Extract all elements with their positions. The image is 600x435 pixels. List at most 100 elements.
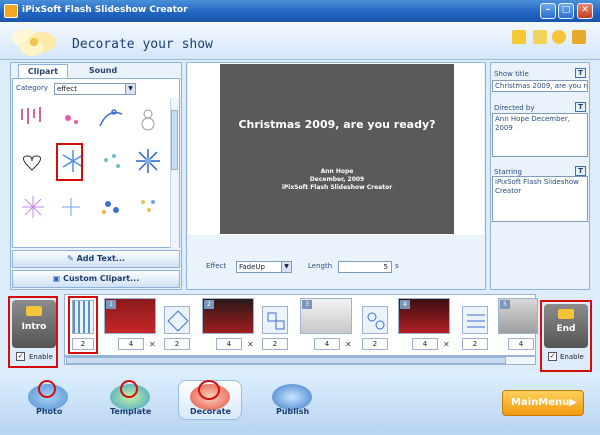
show-title-label: Show title [494, 70, 529, 78]
starring-label: Starring [494, 168, 522, 176]
nav-decorate[interactable]: Decorate [190, 407, 231, 416]
timeline-scrollbar-thumb[interactable] [66, 357, 506, 364]
folder-icon[interactable] [512, 30, 526, 44]
clipart-item[interactable] [18, 146, 48, 176]
export-icon[interactable] [533, 30, 547, 44]
clipart-icon: ▣ [52, 274, 64, 283]
clipart-item[interactable] [18, 104, 48, 134]
slide-duration[interactable]: 4 [118, 338, 144, 350]
settings-icon[interactable] [572, 30, 586, 44]
transition-highlight [68, 296, 98, 354]
page-header: Decorate your show [0, 22, 600, 60]
length-unit: s [395, 262, 399, 270]
remove-slide-icon[interactable]: ✕ [345, 340, 352, 349]
tab-sound[interactable]: Sound [78, 64, 128, 78]
preview-line-3: iPixSoft Flash Slideshow Creator [281, 184, 393, 191]
transition-thumb[interactable] [164, 306, 190, 334]
transition-thumb[interactable] [262, 306, 288, 334]
show-title-input[interactable]: Christmas 2009, are you ready? [492, 80, 588, 92]
custom-clipart-button[interactable]: ▣ Custom Clipart... [12, 270, 180, 288]
selected-clipart-highlight [56, 143, 83, 181]
text-format-icon[interactable]: T [575, 102, 586, 112]
slide-thumb[interactable]: 1 [104, 298, 156, 334]
clipart-item[interactable] [133, 192, 163, 222]
photo-highlight [38, 380, 56, 398]
preview-line-1: Ann Hope [320, 168, 354, 175]
custom-clipart-label: Custom Clipart... [63, 274, 140, 283]
intro-highlight [8, 296, 58, 368]
window-title: iPixSoft Flash Slideshow Creator [22, 5, 188, 15]
clipart-item[interactable] [18, 192, 48, 222]
clipart-item[interactable] [133, 104, 163, 134]
text-format-icon[interactable]: T [575, 68, 586, 78]
pen-icon: ✎ [67, 254, 77, 263]
slide-thumb[interactable]: 5 [498, 298, 538, 334]
arrow-right-icon: ▶ [569, 397, 577, 408]
nav-publish[interactable]: Publish [276, 407, 309, 416]
slide-index: 3 [302, 300, 312, 309]
directed-by-label: Directed by [494, 104, 535, 112]
length-input[interactable]: 5 [338, 261, 392, 273]
category-select[interactable]: effect ▼ [54, 83, 136, 95]
category-value: effect [57, 85, 78, 93]
preview-line-2: December, 2009 [309, 176, 365, 183]
add-text-label: Add Text... [76, 254, 125, 263]
slide-index: 1 [106, 300, 116, 309]
transition-thumb[interactable] [362, 306, 388, 334]
clipart-item[interactable] [96, 192, 126, 222]
main-menu-button[interactable]: MainMenu ▶ [502, 390, 584, 416]
slide-thumb[interactable]: 3 [300, 298, 352, 334]
starring-input[interactable]: iPixSoft Flash Slideshow Creator [492, 176, 588, 222]
transition-duration[interactable]: 2 [362, 338, 388, 350]
help-icon[interactable] [552, 30, 566, 44]
effect-label: Effect [206, 262, 227, 270]
decorate-highlight [198, 380, 220, 400]
remove-slide-icon[interactable]: ✕ [247, 340, 254, 349]
preview-headline: Christmas 2009, are you ready? [238, 118, 436, 131]
slide-duration[interactable]: 4 [412, 338, 438, 350]
directed-by-input[interactable]: Ann Hope December, 2009 [492, 113, 588, 157]
chevron-down-icon: ▼ [125, 84, 135, 94]
app-window: iPixSoft Flash Slideshow Creator – □ ✕ D… [0, 0, 600, 435]
scrollbar-thumb[interactable] [171, 110, 178, 170]
slide-index: 2 [204, 300, 214, 309]
main-menu-label: MainMenu [511, 397, 570, 408]
effect-select[interactable]: FadeUp ▼ [236, 261, 292, 273]
slide-thumb[interactable]: 4 [398, 298, 450, 334]
close-button[interactable]: ✕ [577, 3, 593, 19]
transition-duration[interactable]: 2 [262, 338, 288, 350]
effect-value: FadeUp [239, 263, 265, 271]
slide-duration[interactable]: 4 [216, 338, 242, 350]
clipart-item[interactable] [96, 146, 126, 176]
remove-slide-icon[interactable]: ✕ [443, 340, 450, 349]
chevron-down-icon: ▼ [281, 262, 291, 272]
slide-index: 5 [500, 300, 510, 309]
clipart-item[interactable] [56, 104, 86, 134]
slide-index: 4 [400, 300, 410, 309]
transition-duration[interactable]: 2 [164, 338, 190, 350]
nav-template[interactable]: Template [110, 407, 151, 416]
slide-duration[interactable]: 4 [314, 338, 340, 350]
maximize-button[interactable]: □ [558, 3, 574, 19]
template-highlight [120, 380, 138, 398]
title-bar: iPixSoft Flash Slideshow Creator – □ ✕ [0, 0, 600, 22]
clipart-item[interactable] [56, 192, 86, 222]
flower-logo-icon [12, 29, 56, 56]
length-label: Length [308, 262, 333, 270]
slide-duration[interactable]: 4 [508, 338, 534, 350]
nav-photo[interactable]: Photo [36, 407, 62, 416]
end-highlight [540, 300, 592, 372]
slide-thumb[interactable]: 2 [202, 298, 254, 334]
preview-canvas: Christmas 2009, are you ready? Ann Hope … [220, 64, 454, 234]
transition-thumb[interactable] [462, 306, 488, 334]
transition-duration[interactable]: 2 [462, 338, 488, 350]
remove-slide-icon[interactable]: ✕ [149, 340, 156, 349]
add-text-button[interactable]: ✎ Add Text... [12, 250, 180, 268]
tab-clipart[interactable]: Clipart [18, 64, 68, 78]
minimize-button[interactable]: – [540, 3, 556, 19]
clipart-item[interactable] [96, 104, 126, 134]
clipart-item[interactable] [133, 146, 163, 176]
page-title: Decorate your show [72, 37, 213, 52]
text-format-icon[interactable]: T [575, 166, 586, 176]
category-label: Category [16, 84, 48, 92]
